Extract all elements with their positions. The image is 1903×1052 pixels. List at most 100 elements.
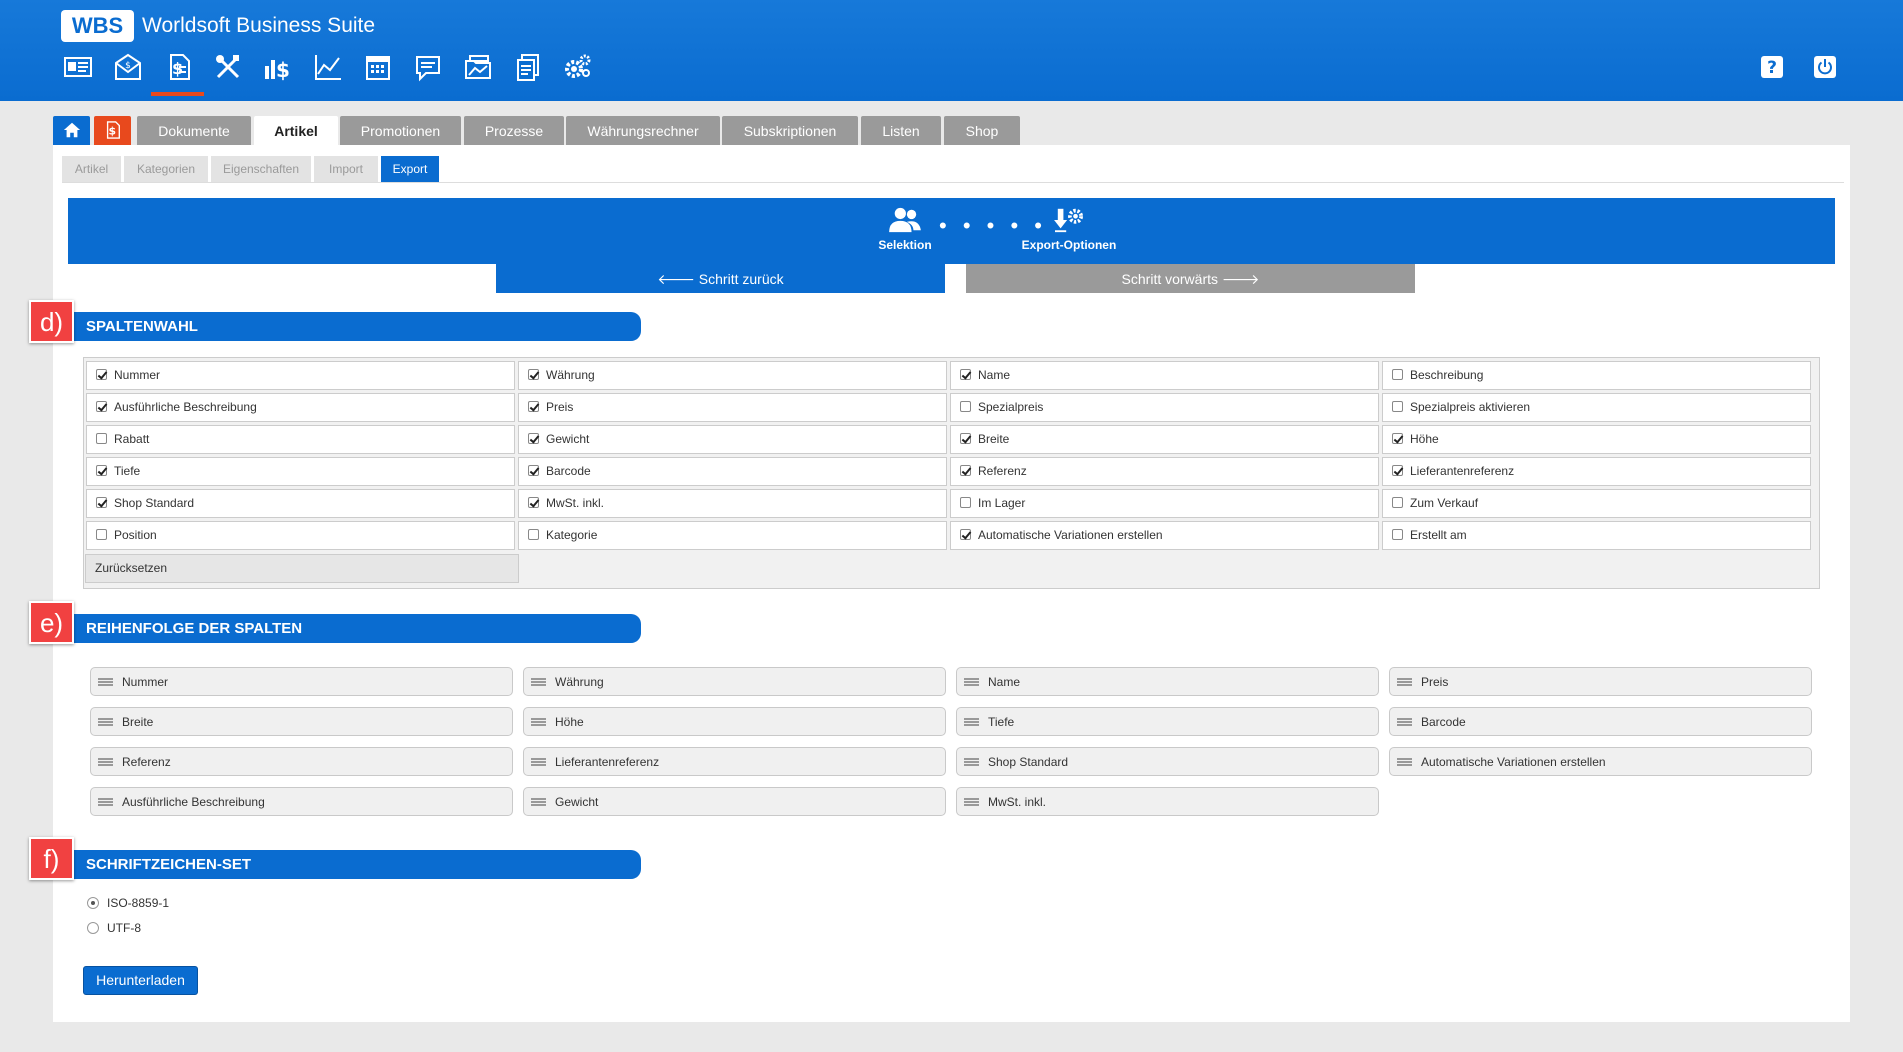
drag-handle-icon[interactable] — [1397, 758, 1412, 766]
column-checkbox[interactable]: Im Lager — [950, 489, 1379, 518]
tab-home[interactable] — [53, 116, 90, 145]
drag-handle-icon[interactable] — [531, 718, 546, 726]
chat-icon[interactable] — [410, 50, 446, 84]
sortable-column-item[interactable]: MwSt. inkl. — [956, 787, 1379, 816]
tab-subskriptionen[interactable]: Subskriptionen — [722, 116, 858, 145]
tools-icon[interactable] — [210, 50, 246, 84]
column-checkbox[interactable]: Nummer — [86, 361, 515, 390]
charset-option-iso[interactable]: ISO-8859-1 — [87, 894, 169, 912]
sortable-column-item[interactable]: Höhe — [523, 707, 946, 736]
drag-handle-icon[interactable] — [531, 678, 546, 686]
tab-document[interactable]: $ — [94, 116, 131, 145]
column-checkbox[interactable]: Barcode — [518, 457, 947, 486]
drag-handle-icon[interactable] — [98, 758, 113, 766]
reset-button[interactable]: Zurücksetzen — [85, 554, 519, 583]
tab-promotionen[interactable]: Promotionen — [340, 116, 461, 145]
contacts-card-icon[interactable] — [60, 50, 96, 84]
document-dollar-icon[interactable]: $ — [160, 50, 196, 84]
column-checkbox[interactable]: Position — [86, 521, 515, 550]
checkbox[interactable] — [528, 497, 539, 508]
sortable-column-item[interactable]: Währung — [523, 667, 946, 696]
drag-handle-icon[interactable] — [1397, 678, 1412, 686]
charset-option-utf8[interactable]: UTF-8 — [87, 919, 141, 937]
drag-handle-icon[interactable] — [1397, 718, 1412, 726]
checkbox[interactable] — [960, 401, 971, 412]
finance-icon[interactable]: $ — [260, 50, 296, 84]
subtab-import[interactable]: Import — [314, 156, 378, 182]
column-checkbox[interactable]: Automatische Variationen erstellen — [950, 521, 1379, 550]
mail-icon[interactable]: $ — [110, 50, 146, 84]
tab-prozesse[interactable]: Prozesse — [464, 116, 564, 145]
column-checkbox[interactable]: Spezialpreis aktivieren — [1382, 393, 1811, 422]
sortable-column-item[interactable]: Preis — [1389, 667, 1812, 696]
drag-handle-icon[interactable] — [98, 718, 113, 726]
column-checkbox[interactable]: Währung — [518, 361, 947, 390]
drag-handle-icon[interactable] — [964, 718, 979, 726]
sortable-column-item[interactable]: Tiefe — [956, 707, 1379, 736]
drag-handle-icon[interactable] — [964, 798, 979, 806]
checkbox[interactable] — [1392, 497, 1403, 508]
drag-handle-icon[interactable] — [98, 798, 113, 806]
checkbox[interactable] — [960, 369, 971, 380]
radio-button[interactable] — [87, 922, 99, 934]
tab-artikel[interactable]: Artikel — [254, 116, 338, 145]
checkbox[interactable] — [528, 369, 539, 380]
checkbox[interactable] — [96, 465, 107, 476]
sortable-column-item[interactable]: Breite — [90, 707, 513, 736]
checkbox[interactable] — [1392, 529, 1403, 540]
sortable-column-item[interactable]: Automatische Variationen erstellen — [1389, 747, 1812, 776]
checkbox[interactable] — [960, 433, 971, 444]
checkbox[interactable] — [96, 529, 107, 540]
sortable-column-item[interactable]: Referenz — [90, 747, 513, 776]
tab-shop[interactable]: Shop — [944, 116, 1020, 145]
checkbox[interactable] — [96, 401, 107, 412]
checkbox[interactable] — [96, 497, 107, 508]
sortable-column-item[interactable]: Gewicht — [523, 787, 946, 816]
step-back-button[interactable]: 🡐 Schritt zurück — [496, 264, 945, 293]
column-checkbox[interactable]: Kategorie — [518, 521, 947, 550]
chart-icon[interactable] — [310, 50, 346, 84]
checkbox[interactable] — [1392, 465, 1403, 476]
step-forward-button[interactable]: Schritt vorwärts 🡒 — [966, 264, 1415, 293]
column-checkbox[interactable]: Zum Verkauf — [1382, 489, 1811, 518]
checkbox[interactable] — [96, 433, 107, 444]
checkbox[interactable] — [528, 529, 539, 540]
column-checkbox[interactable]: Beschreibung — [1382, 361, 1811, 390]
checkbox[interactable] — [1392, 401, 1403, 412]
tab-dokumente[interactable]: Dokumente — [137, 116, 251, 145]
checkbox[interactable] — [1392, 433, 1403, 444]
column-checkbox[interactable]: Tiefe — [86, 457, 515, 486]
wizard-step-export-optionen[interactable]: Export-Optionen — [1009, 206, 1129, 252]
column-checkbox[interactable]: Preis — [518, 393, 947, 422]
tab-waehrungsrechner[interactable]: Währungsrechner — [566, 116, 720, 145]
column-checkbox[interactable]: Breite — [950, 425, 1379, 454]
folders-icon[interactable] — [460, 50, 496, 84]
power-icon[interactable] — [1811, 53, 1839, 81]
download-button[interactable]: Herunterladen — [83, 966, 198, 995]
checkbox[interactable] — [528, 433, 539, 444]
drag-handle-icon[interactable] — [98, 678, 113, 686]
column-checkbox[interactable]: Lieferantenreferenz — [1382, 457, 1811, 486]
sortable-column-item[interactable]: Barcode — [1389, 707, 1812, 736]
subtab-kategorien[interactable]: Kategorien — [124, 156, 208, 182]
settings-gears-icon[interactable] — [560, 50, 596, 84]
drag-handle-icon[interactable] — [531, 798, 546, 806]
column-checkbox[interactable]: Erstellt am — [1382, 521, 1811, 550]
checkbox[interactable] — [528, 401, 539, 412]
sortable-column-item[interactable]: Shop Standard — [956, 747, 1379, 776]
subtab-eigenschaften[interactable]: Eigenschaften — [211, 156, 311, 182]
column-checkbox[interactable]: Spezialpreis — [950, 393, 1379, 422]
column-checkbox[interactable]: Shop Standard — [86, 489, 515, 518]
checkbox[interactable] — [528, 465, 539, 476]
help-icon[interactable]: ? — [1758, 53, 1786, 81]
checkbox[interactable] — [960, 529, 971, 540]
sortable-column-item[interactable]: Lieferantenreferenz — [523, 747, 946, 776]
sortable-column-item[interactable]: Ausführliche Beschreibung — [90, 787, 513, 816]
calendar-icon[interactable] — [360, 50, 396, 84]
subtab-artikel[interactable]: Artikel — [62, 156, 121, 182]
sortable-column-item[interactable]: Nummer — [90, 667, 513, 696]
sortable-column-item[interactable]: Name — [956, 667, 1379, 696]
checkbox[interactable] — [1392, 369, 1403, 380]
column-checkbox[interactable]: Gewicht — [518, 425, 947, 454]
checkbox[interactable] — [960, 465, 971, 476]
